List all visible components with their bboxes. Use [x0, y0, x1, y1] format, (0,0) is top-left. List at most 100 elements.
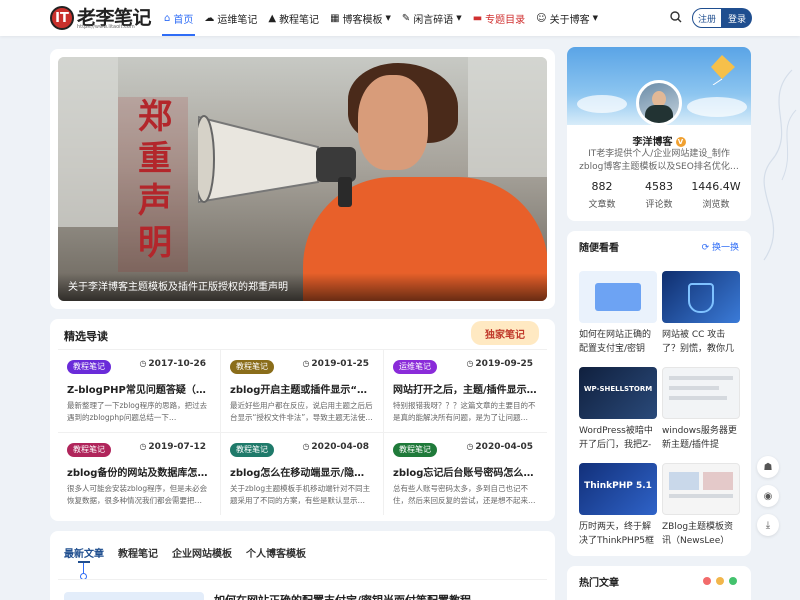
article-thumbnail[interactable]: [64, 592, 204, 600]
screenshot-line: [669, 396, 727, 400]
article-list-item[interactable]: 如何在网站正确的配置支付宝/密钥当面付等配置教程: [58, 579, 547, 600]
background-building: [58, 57, 118, 227]
tab-personal-templates[interactable]: 个人博客模板: [246, 545, 306, 560]
nav-label: 首页: [173, 14, 194, 26]
post-date: ◷ 2017-10-26: [139, 359, 206, 369]
category-tag[interactable]: 教程笔记: [67, 360, 111, 374]
tab-latest[interactable]: 最新文章: [64, 545, 104, 560]
login-button[interactable]: 登录: [722, 8, 752, 28]
post-title[interactable]: 网站被 CC 攻击了？别慌，教你几招接…: [662, 328, 740, 356]
nav-item-blog-templates[interactable]: ▦ 博客模板 ▼: [326, 0, 395, 36]
random-post-item[interactable]: ThinkPHP 5.1 历时两天，终于解决了ThinkPHP5框架…: [579, 463, 657, 548]
featured-item[interactable]: 教程笔记 ◷ 2017-10-26 Z-blogPHP常见问题答疑（最新… 最新整…: [58, 349, 221, 432]
post-title[interactable]: WordPress被暗中开了后门，我把Z-Bl…: [579, 424, 657, 452]
nav-item-ops-notes[interactable]: ☁ 运维笔记: [200, 0, 261, 36]
random-post-item[interactable]: 如何在网站正确的配置支付宝/密钥当…: [579, 271, 657, 356]
wechat-button[interactable]: ◉: [757, 485, 779, 507]
post-title[interactable]: Z-blogPHP常见问题答疑（最新…: [67, 381, 211, 396]
featured-item[interactable]: 教程笔记 ◷ 2019-01-25 zblog开启主题或插件显示“授权… 最近好些…: [221, 349, 384, 432]
post-thumbnail[interactable]: [662, 367, 740, 419]
post-date: ◷ 2019-07-12: [139, 442, 206, 452]
shield-icon: [688, 283, 714, 313]
post-title[interactable]: zblog开启主题或插件显示“授权…: [230, 381, 374, 396]
random-post-item[interactable]: ZBlog主题模板资讯（NewsLee）原…: [662, 463, 740, 548]
category-tag[interactable]: 运维笔记: [393, 360, 437, 374]
category-tag[interactable]: 教程笔记: [67, 443, 111, 457]
hero-slider: 郑 重 声 明 关于李洋博客主题模板及插件正版授权的郑重声明: [50, 49, 555, 309]
nav-item-tutorial-notes[interactable]: ▲ 教程笔记: [264, 0, 323, 36]
post-title[interactable]: 历时两天，终于解决了ThinkPHP5框架…: [579, 520, 657, 548]
random-post-item[interactable]: WP-SHELLSTORM WordPress被暗中开了后门，我把Z-Bl…: [579, 367, 657, 452]
hero-caption[interactable]: 关于李洋博客主题模板及插件正版授权的郑重声明: [68, 278, 288, 293]
avatar[interactable]: [636, 80, 682, 126]
hero-image[interactable]: 郑 重 声 明 关于李洋博客主题模板及插件正版授权的郑重声明: [58, 57, 547, 301]
featured-item[interactable]: 教程笔记 ◷ 2019-07-12 zblog备份的网站及数据库怎么… 很多人可能…: [58, 432, 221, 515]
stat-value: 1446.4W: [691, 180, 741, 193]
random-post-item[interactable]: 网站被 CC 攻击了？别慌，教你几招接…: [662, 271, 740, 356]
article-title[interactable]: 如何在网站正确的配置支付宝/密钥当面付等配置教程: [214, 592, 471, 600]
nav-item-topics[interactable]: ▬ 专题目录: [469, 0, 529, 36]
clock-icon: ◷: [139, 359, 147, 368]
window-dot-red: [703, 577, 711, 585]
random-post-item[interactable]: windows服务器更新主题/插件提示"更…: [662, 367, 740, 452]
post-title[interactable]: ZBlog主题模板资讯（NewsLee）原…: [662, 520, 740, 548]
post-excerpt: 特别报错我呀？？？这篇文章的主要目的不是真的能解决所有问题，是为了让问题…: [393, 401, 536, 422]
author-profile-card: 李洋博客 V IT老李提供个人/企业网站建设_制作zblog博客主题模板以及SEO…: [567, 47, 751, 221]
post-title[interactable]: zblog怎么在移动端显示/隐藏侧…: [230, 464, 374, 479]
stat-label: 评论数: [645, 200, 673, 210]
post-title[interactable]: 如何在网站正确的配置支付宝/密钥当…: [579, 328, 657, 356]
post-thumbnail[interactable]: [662, 271, 740, 323]
nav-label: 闲言碎语: [413, 14, 454, 26]
author-name[interactable]: 李洋博客 V: [567, 133, 751, 148]
cloud-shape: [687, 97, 747, 117]
category-tag[interactable]: 教程笔记: [393, 443, 437, 457]
screenshot-block: [703, 472, 733, 490]
post-excerpt: 很多人可能会安装zblog程序，但是未必会恢复数据，很多种情况我们都会需要把…: [67, 484, 208, 505]
category-tag[interactable]: 教程笔记: [230, 443, 274, 457]
category-tag[interactable]: 教程笔记: [230, 360, 274, 374]
post-title[interactable]: windows服务器更新主题/插件提示"更…: [662, 424, 740, 452]
post-title[interactable]: zblog备份的网站及数据库怎么…: [67, 464, 211, 479]
download-button[interactable]: ⤓: [757, 514, 779, 536]
post-excerpt: 最新整理了一下zblog程序的思路，把过去遇到的zblogphp问题总结一下…: [67, 401, 208, 422]
banner-char: 郑: [138, 97, 172, 137]
featured-grid: 教程笔记 ◷ 2017-10-26 Z-blogPHP常见问题答疑（最新… 最新整…: [58, 349, 547, 515]
nav-item-chatter[interactable]: ✎ 闲言碎语 ▼: [398, 0, 466, 36]
author-bio: IT老李提供个人/企业网站建设_制作zblog博客主题模板以及SEO排名优化…: [579, 149, 739, 172]
clock-icon: ◷: [466, 442, 474, 451]
tab-tutorial[interactable]: 教程笔记: [118, 545, 158, 560]
decorative-flourish: [763, 69, 797, 261]
search-icon[interactable]: [670, 11, 682, 23]
logo-mark-icon: IT: [50, 6, 74, 30]
qq-icon: ☗: [763, 461, 773, 473]
main-nav: ⌂ 首页 ☁ 运维笔记 ▲ 教程笔记 ▦ 博客模板 ▼ ✎ 闲言碎语 ▼ ▬ 专…: [160, 0, 605, 36]
refresh-button[interactable]: ⟳ 换一换: [702, 240, 739, 253]
nav-item-home[interactable]: ⌂ 首页: [160, 0, 197, 36]
post-title[interactable]: zblog忘记后台账号密码怎么办？: [393, 464, 538, 479]
cloud-shape: [577, 95, 627, 113]
tab-enterprise-templates[interactable]: 企业网站模板: [172, 545, 232, 560]
megaphone-icon: [198, 115, 356, 207]
banner-char: 重: [138, 139, 172, 179]
site-header: IT 老李笔记 https://www.litaoit.com ⌂ 首页 ☁ 运…: [0, 0, 800, 36]
post-thumbnail[interactable]: [662, 463, 740, 515]
kite-icon: [711, 55, 735, 85]
register-button[interactable]: 注册: [692, 8, 722, 28]
site-logo[interactable]: IT 老李笔记 https://www.litaoit.com: [50, 4, 152, 32]
post-thumbnail[interactable]: [579, 271, 657, 323]
post-title[interactable]: 网站打开之后，主题/插件显示…: [393, 381, 538, 396]
featured-item[interactable]: 运维笔记 ◷ 2019-09-25 网站打开之后，主题/插件显示… 特别报错我呀？…: [384, 349, 547, 432]
nav-label: 博客模板: [342, 14, 383, 26]
stat-value: 4583: [645, 180, 673, 193]
qq-button[interactable]: ☗: [757, 456, 779, 478]
stat-comments: 4583 评论数: [634, 180, 684, 210]
nav-item-about[interactable]: ☺ 关于博客 ▼: [532, 0, 602, 36]
post-excerpt: 总有些人账号密码太多，多到自己也记不住，然后来回反复的尝试，还是想不起来…: [393, 484, 536, 505]
post-thumbnail[interactable]: WP-SHELLSTORM: [579, 367, 657, 419]
featured-item[interactable]: 教程笔记 ◷ 2020-04-05 zblog忘记后台账号密码怎么办？ 总有些人账…: [384, 432, 547, 515]
featured-item[interactable]: 教程笔记 ◷ 2020-04-08 zblog怎么在移动端显示/隐藏侧… 关于zb…: [221, 432, 384, 515]
post-thumbnail[interactable]: ThinkPHP 5.1: [579, 463, 657, 515]
window-dot-yellow: [716, 577, 724, 585]
logo-url: https://www.litaoit.com: [77, 24, 135, 30]
stat-posts: 882 文章数: [577, 180, 627, 210]
